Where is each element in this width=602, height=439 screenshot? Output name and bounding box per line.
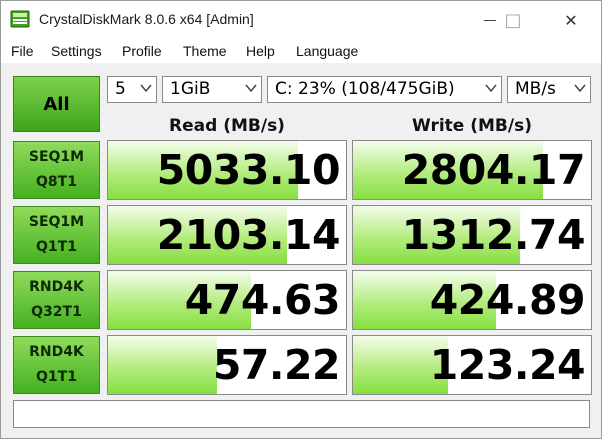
read-bar <box>108 336 218 394</box>
read-value: 57.22 <box>212 341 341 389</box>
read-result-seq1m-q8t1: 5033.10 <box>107 140 347 200</box>
all-button[interactable]: All <box>13 76 100 132</box>
test-button-seq1m-q8t1[interactable]: SEQ1M Q8T1 <box>13 141 100 199</box>
chevron-down-icon <box>140 84 152 93</box>
write-value: 424.89 <box>429 276 586 324</box>
test-params: Q1T1 <box>36 239 77 255</box>
unit-select[interactable]: MB/s <box>507 76 591 103</box>
test-button-seq1m-q1t1[interactable]: SEQ1M Q1T1 <box>13 206 100 264</box>
test-name: SEQ1M <box>28 149 85 165</box>
unit-value: MB/s <box>515 79 556 99</box>
read-result-rnd4k-q32t1: 474.63 <box>107 270 347 330</box>
menu-profile[interactable]: Profile <box>122 43 162 59</box>
read-value: 474.63 <box>184 276 341 324</box>
test-button-rnd4k-q1t1[interactable]: RND4K Q1T1 <box>13 336 100 394</box>
drive-value: C: 23% (108/475GiB) <box>275 79 455 99</box>
write-header: Write (MB/s) <box>412 116 532 136</box>
read-value: 2103.14 <box>156 211 341 259</box>
chevron-down-icon <box>485 84 497 93</box>
read-value: 5033.10 <box>156 146 341 194</box>
drive-select[interactable]: C: 23% (108/475GiB) <box>267 76 502 103</box>
menu-bar: File Settings Profile Theme Help Languag… <box>1 39 601 63</box>
menu-language[interactable]: Language <box>296 43 358 59</box>
test-name: RND4K <box>29 344 84 360</box>
main-panel: All 5 1GiB C: 23% (108/475GiB) MB/s Read… <box>1 63 601 438</box>
window-title: CrystalDiskMark 8.0.6 x64 [Admin] <box>39 11 254 27</box>
test-params: Q8T1 <box>36 174 77 190</box>
menu-help[interactable]: Help <box>246 43 275 59</box>
chevron-down-icon <box>245 84 257 93</box>
read-result-seq1m-q1t1: 2103.14 <box>107 205 347 265</box>
maximize-button[interactable]: □ <box>490 1 536 39</box>
write-result-seq1m-q1t1: 1312.74 <box>352 205 592 265</box>
test-params: Q32T1 <box>31 304 82 320</box>
comment-field[interactable] <box>13 400 590 428</box>
chevron-down-icon <box>574 84 586 93</box>
app-window: CrystalDiskMark 8.0.6 x64 [Admin] — □ ✕ … <box>0 0 602 439</box>
write-result-seq1m-q8t1: 2804.17 <box>352 140 592 200</box>
test-count-select[interactable]: 5 <box>107 76 157 103</box>
title-bar[interactable]: CrystalDiskMark 8.0.6 x64 [Admin] — □ ✕ <box>1 1 601 39</box>
write-value: 123.24 <box>429 341 586 389</box>
app-icon <box>10 10 30 28</box>
test-params: Q1T1 <box>36 369 77 385</box>
write-value: 2804.17 <box>401 146 586 194</box>
write-value: 1312.74 <box>401 211 586 259</box>
test-button-rnd4k-q32t1[interactable]: RND4K Q32T1 <box>13 271 100 329</box>
close-button[interactable]: ✕ <box>548 1 594 39</box>
menu-file[interactable]: File <box>11 43 34 59</box>
test-name: RND4K <box>29 279 84 295</box>
test-count-value: 5 <box>115 79 126 99</box>
test-name: SEQ1M <box>28 214 85 230</box>
test-size-value: 1GiB <box>170 79 211 99</box>
menu-theme[interactable]: Theme <box>183 43 227 59</box>
read-result-rnd4k-q1t1: 57.22 <box>107 335 347 395</box>
write-result-rnd4k-q1t1: 123.24 <box>352 335 592 395</box>
read-header: Read (MB/s) <box>169 116 285 136</box>
write-result-rnd4k-q32t1: 424.89 <box>352 270 592 330</box>
test-size-select[interactable]: 1GiB <box>162 76 262 103</box>
menu-settings[interactable]: Settings <box>51 43 102 59</box>
